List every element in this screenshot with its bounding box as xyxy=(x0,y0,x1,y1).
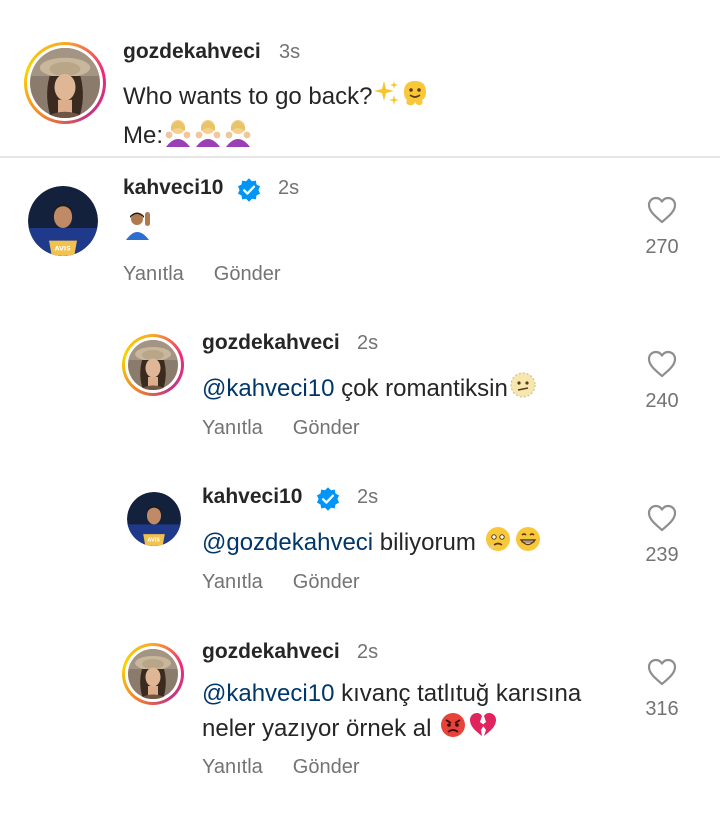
comment-body-line2: neler yazıyor örnek al xyxy=(202,714,439,742)
comment-username[interactable]: gozdekahveci xyxy=(202,640,340,664)
like-heart-icon[interactable] xyxy=(647,658,677,686)
comment-avatar[interactable] xyxy=(127,492,181,546)
send-button[interactable]: Gönder xyxy=(293,417,360,439)
caption-divider xyxy=(0,156,720,158)
comment-time: 2s xyxy=(357,332,379,354)
comment-body: çok romantiksin xyxy=(334,374,508,402)
comment-text: @kahveci10 çok romantiksin xyxy=(202,370,622,409)
raised-hand-icon xyxy=(123,210,153,249)
like-heart-icon[interactable] xyxy=(647,196,677,224)
comment-actions: Yanıtla Gönder xyxy=(202,417,390,440)
like-heart-icon[interactable] xyxy=(647,350,677,378)
caption-time: 3s xyxy=(279,41,301,63)
caption-username[interactable]: gozdekahveci xyxy=(123,40,261,64)
comment-actions: Yanıtla Gönder xyxy=(123,263,311,286)
reply-button[interactable]: Yanıtla xyxy=(123,263,184,285)
reply-button[interactable]: Yanıtla xyxy=(202,571,263,593)
reply-button[interactable]: Yanıtla xyxy=(202,417,263,439)
comment-time: 2s xyxy=(357,641,379,663)
comment-username[interactable]: kahveci10 xyxy=(123,176,223,200)
like-heart-icon[interactable] xyxy=(647,504,677,532)
sparkles-icon xyxy=(372,79,400,116)
comment-avatar[interactable] xyxy=(122,643,184,705)
face-holding-back-tears-icon xyxy=(483,524,513,563)
send-button[interactable]: Gönder xyxy=(293,571,360,593)
like-count: 239 xyxy=(645,544,679,566)
woman-gesturing-no-icon xyxy=(223,117,253,156)
comment-body: biliyorum xyxy=(373,528,483,556)
send-button[interactable]: Gönder xyxy=(214,263,281,285)
comment-text: @kahveci10 kıvanç tatlıtuğ karısına nele… xyxy=(202,678,632,749)
verified-badge-icon xyxy=(315,486,341,512)
mention-link[interactable]: @kahveci10 xyxy=(202,375,334,402)
verified-badge-icon xyxy=(236,177,262,203)
caption-line2: Me: xyxy=(123,121,164,149)
angry-face-icon xyxy=(438,710,468,749)
woman-gesturing-no-icon xyxy=(193,117,223,156)
mention-link[interactable]: @kahveci10 xyxy=(202,680,334,707)
comment-time: 2s xyxy=(278,177,300,199)
comment-text: @gozdekahveci biliyorum xyxy=(202,524,632,563)
comment-username[interactable]: kahveci10 xyxy=(202,485,302,509)
woman-gesturing-no-icon xyxy=(163,117,193,156)
face-with-diagonal-mouth-icon xyxy=(508,370,538,409)
broken-heart-icon xyxy=(468,710,498,749)
caption-text: Who wants to go back? Me: xyxy=(123,78,683,156)
comment-actions: Yanıtla Gönder xyxy=(202,571,390,594)
mention-link[interactable]: @gozdekahveci xyxy=(202,529,373,556)
caption-line1: Who wants to go back? xyxy=(123,82,373,110)
comment-avatar[interactable] xyxy=(28,186,98,256)
like-count: 240 xyxy=(645,390,679,412)
comment-time: 2s xyxy=(357,486,379,508)
comment-username[interactable]: gozdekahveci xyxy=(202,331,340,355)
send-button[interactable]: Gönder xyxy=(293,756,360,778)
comment-avatar[interactable] xyxy=(122,334,184,396)
reply-button[interactable]: Yanıtla xyxy=(202,756,263,778)
melting-face-icon xyxy=(400,78,430,117)
caption-avatar[interactable] xyxy=(24,42,106,124)
like-count: 270 xyxy=(645,236,679,258)
like-count: 316 xyxy=(645,698,679,720)
comment-actions: Yanıtla Gönder xyxy=(202,756,390,779)
comment-text xyxy=(123,210,153,249)
grinning-face-icon xyxy=(513,524,543,563)
comment-body: kıvanç tatlıtuğ karısına xyxy=(334,680,582,707)
